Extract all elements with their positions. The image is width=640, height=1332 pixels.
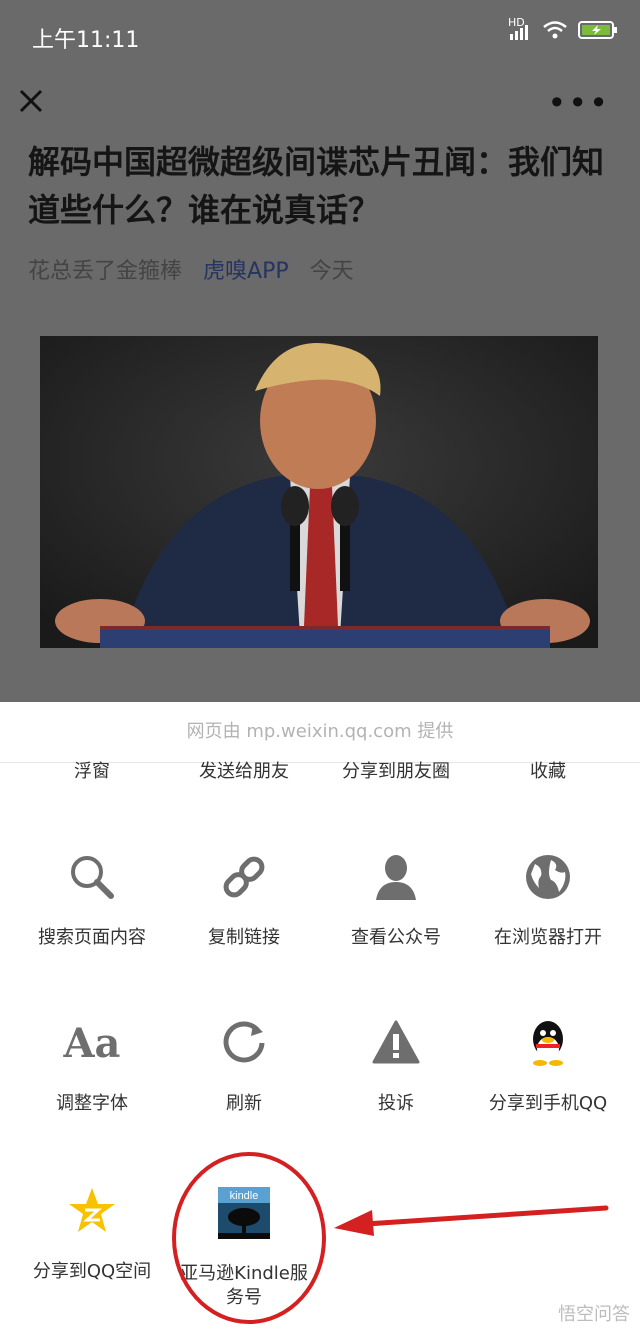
report-button[interactable]: 投诉 — [321, 1008, 471, 1116]
wifi-icon — [542, 20, 568, 46]
link-icon — [209, 842, 279, 912]
share-qzone-button[interactable]: 分享到QQ空间 — [17, 1176, 167, 1284]
share-moments-button[interactable]: 分享到朋友圈 — [321, 757, 471, 783]
article-author: 花总丢了金箍棒 — [28, 259, 183, 284]
signal-icon: HD — [508, 16, 532, 45]
share-qq-button[interactable]: 分享到手机QQ — [473, 1008, 623, 1116]
share-qq-label: 分享到手机QQ — [488, 1093, 608, 1114]
font-icon: Aa — [57, 1008, 127, 1078]
refresh-icon — [209, 1008, 279, 1078]
copy-link-button[interactable]: 复制链接 — [169, 842, 319, 950]
provider-note: 网页由 mp.weixin.qq.com 提供 — [0, 702, 640, 763]
watermark: 悟空问答 — [558, 1304, 630, 1325]
font-size-button[interactable]: Aa 调整字体 — [17, 1008, 167, 1116]
warning-icon — [361, 1008, 431, 1078]
open-in-browser-button[interactable]: 在浏览器打开 — [473, 842, 623, 950]
network-label: HD — [508, 15, 525, 29]
annotation-circle — [172, 1152, 326, 1324]
report-label: 投诉 — [378, 1093, 414, 1114]
search-page-label: 搜索页面内容 — [38, 927, 146, 948]
view-account-label: 查看公众号 — [351, 927, 441, 948]
article-date: 今天 — [309, 259, 354, 284]
share-qzone-label: 分享到QQ空间 — [32, 1261, 152, 1282]
open-in-browser-label: 在浏览器打开 — [494, 927, 602, 948]
article-image — [40, 336, 598, 648]
font-icon-glyph: Aa — [63, 1019, 121, 1067]
account-link[interactable]: 虎嗅APP — [203, 259, 289, 284]
close-icon[interactable] — [18, 88, 48, 118]
article-title: 解码中国超微超级间谍芯片丑闻：我们知道些什么？谁在说真话？ — [28, 143, 605, 229]
refresh-label: 刷新 — [226, 1093, 262, 1114]
search-page-button[interactable]: 搜索页面内容 — [17, 842, 167, 950]
article-toolbar: ••• — [0, 78, 640, 134]
status-icons: HD — [508, 16, 618, 46]
font-size-label: 调整字体 — [56, 1093, 128, 1114]
more-options-icon[interactable]: ••• — [547, 84, 610, 122]
battery-icon — [578, 20, 618, 46]
article-meta: 花总丢了金箍棒 虎嗅APP 今天 — [28, 253, 368, 285]
refresh-button[interactable]: 刷新 — [169, 1008, 319, 1116]
copy-link-label: 复制链接 — [208, 927, 280, 948]
view-account-button[interactable]: 查看公众号 — [321, 842, 471, 950]
qq-penguin-icon — [513, 1008, 583, 1078]
article-background: 上午11:11 HD ••• 解码中国超微超级间谍芯片丑闻：我们知道些什么？谁在… — [0, 0, 640, 702]
qzone-star-icon — [57, 1176, 127, 1246]
favorite-button[interactable]: 收藏 — [473, 757, 623, 783]
person-icon — [361, 842, 431, 912]
send-to-friend-button[interactable]: 发送给朋友 — [169, 757, 319, 783]
status-time: 上午11:11 — [32, 28, 140, 53]
annotation-arrow — [334, 1205, 609, 1236]
search-icon — [57, 842, 127, 912]
float-window-button[interactable]: 浮窗 — [17, 757, 167, 783]
globe-icon — [513, 842, 583, 912]
status-bar: 上午11:11 HD — [0, 0, 640, 70]
